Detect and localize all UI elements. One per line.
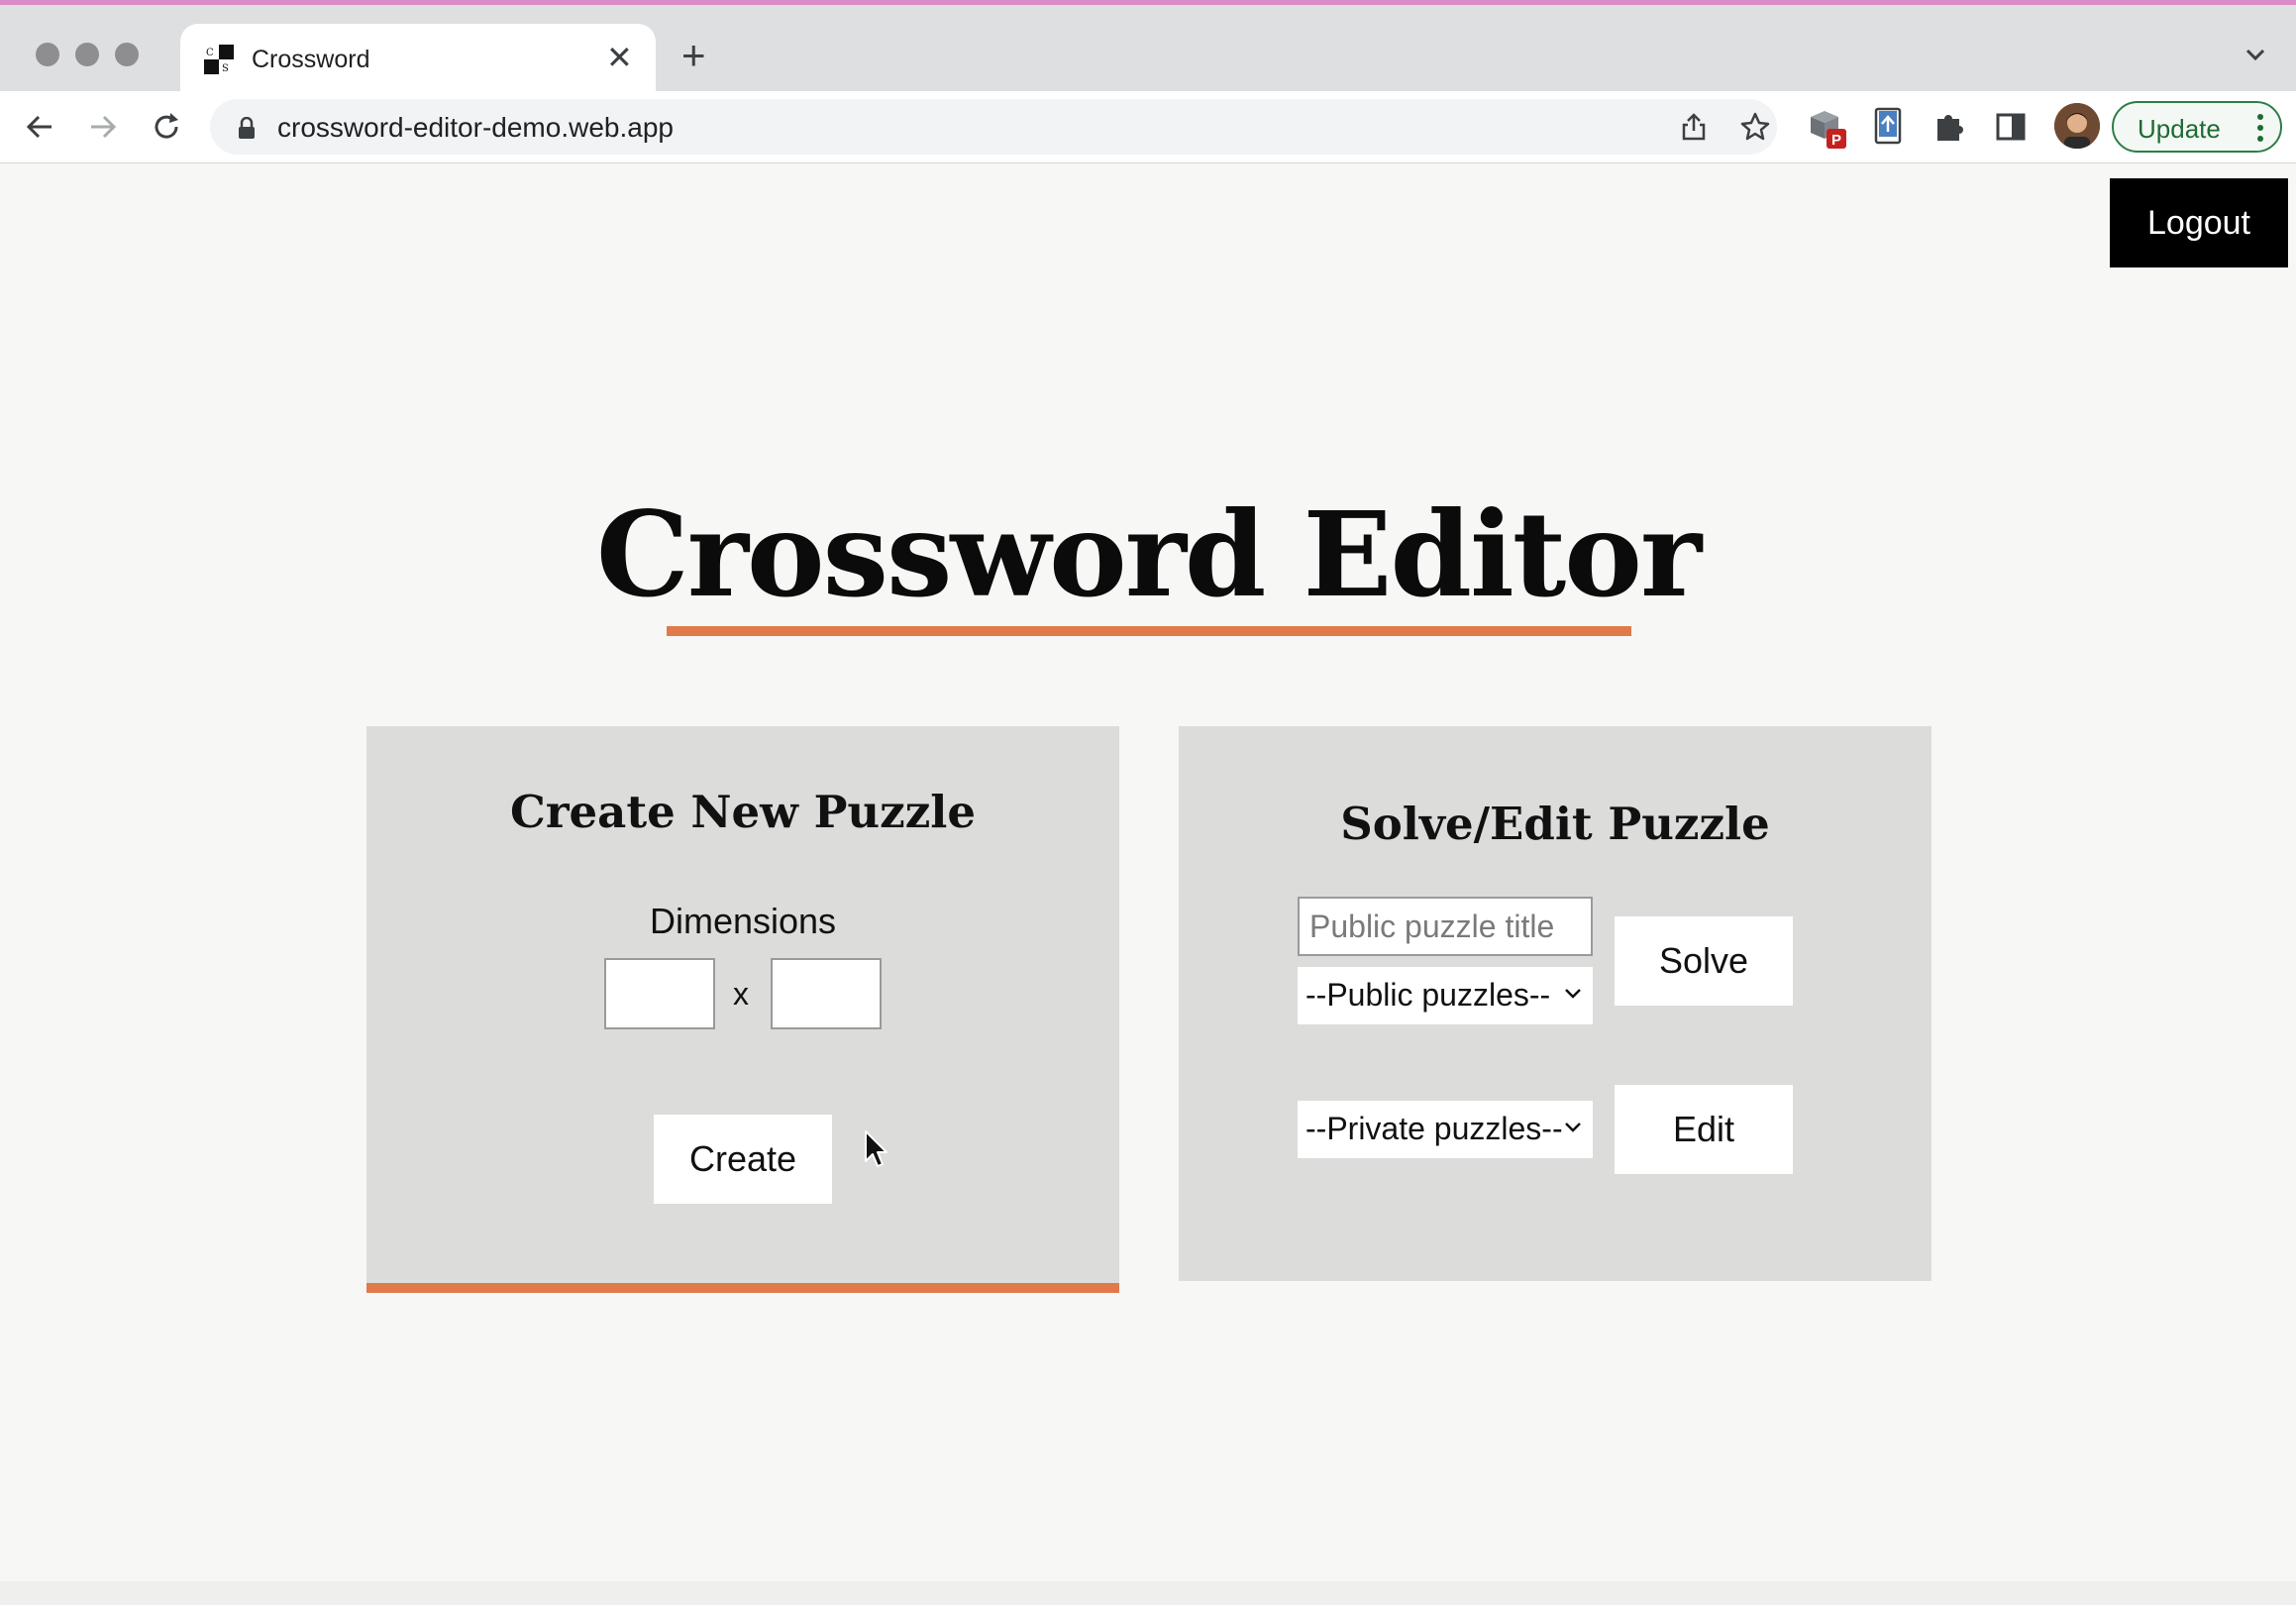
url-text[interactable]: crossword-editor-demo.web.app bbox=[277, 112, 674, 144]
reload-icon[interactable] bbox=[147, 107, 186, 147]
update-button[interactable]: Update bbox=[2112, 101, 2282, 153]
private-puzzles-select[interactable]: --Private puzzles-- bbox=[1298, 1101, 1593, 1158]
favicon-letter-s: S bbox=[222, 63, 229, 74]
extensions-puzzle-icon[interactable] bbox=[1928, 105, 1971, 149]
title-underline bbox=[667, 626, 1631, 636]
extension-package-icon[interactable]: P bbox=[1805, 105, 1848, 149]
tab-close-icon[interactable]: ✕ bbox=[606, 42, 633, 73]
window-close-control[interactable] bbox=[36, 43, 59, 66]
width-input[interactable] bbox=[604, 958, 715, 1029]
private-puzzles-select-value: --Private puzzles-- bbox=[1305, 1111, 1563, 1146]
profile-photo-icon bbox=[2054, 103, 2100, 149]
crossword-favicon-icon: C S bbox=[204, 45, 234, 74]
tab-strip: C S Crossword ✕ + bbox=[0, 5, 2296, 96]
chevron-down-icon bbox=[1565, 989, 1581, 999]
profile-avatar[interactable] bbox=[2054, 103, 2100, 149]
height-input[interactable] bbox=[771, 958, 882, 1029]
public-puzzles-select-value: --Public puzzles-- bbox=[1305, 977, 1551, 1013]
share-icon[interactable] bbox=[1678, 111, 1710, 143]
logout-button[interactable]: Logout bbox=[2110, 178, 2288, 268]
side-panel-icon[interactable] bbox=[1989, 105, 2033, 149]
public-puzzles-select[interactable]: --Public puzzles-- bbox=[1298, 967, 1593, 1024]
lock-icon[interactable] bbox=[238, 117, 256, 139]
extension-badge-letter: P bbox=[1831, 132, 1841, 149]
page-bottom-edge bbox=[0, 1581, 2296, 1605]
back-arrow-icon[interactable] bbox=[20, 107, 59, 147]
browser-toolbar: crossword-editor-demo.web.app P Update bbox=[0, 91, 2296, 163]
solve-button[interactable]: Solve bbox=[1615, 916, 1793, 1006]
dimensions-label: Dimensions bbox=[649, 901, 837, 941]
public-puzzle-title-input[interactable] bbox=[1298, 897, 1593, 956]
page-title: Crossword Editor bbox=[595, 485, 1702, 623]
tab-title: Crossword bbox=[252, 46, 370, 73]
create-puzzle-card: Create New Puzzle Dimensions x Create bbox=[366, 726, 1119, 1293]
browser-menu-icon[interactable] bbox=[2256, 113, 2264, 143]
dimensions-separator: x bbox=[733, 976, 749, 1012]
chevron-down-icon bbox=[1565, 1123, 1581, 1132]
edit-button[interactable]: Edit bbox=[1615, 1085, 1793, 1174]
mouse-pointer-icon bbox=[865, 1130, 887, 1167]
window-zoom-control[interactable] bbox=[115, 43, 139, 66]
bookmark-star-icon[interactable] bbox=[1739, 111, 1771, 143]
create-button[interactable]: Create bbox=[654, 1115, 832, 1204]
window-minimize-control[interactable] bbox=[75, 43, 99, 66]
solve-edit-heading: Solve/Edit Puzzle bbox=[1340, 798, 1770, 850]
create-puzzle-heading: Create New Puzzle bbox=[510, 786, 976, 838]
favicon-letter-c: C bbox=[206, 48, 214, 58]
extension-upload-book-icon[interactable] bbox=[1866, 105, 1910, 149]
new-tab-icon[interactable]: + bbox=[681, 35, 706, 76]
solve-edit-card: Solve/Edit Puzzle --Public puzzles-- Sol… bbox=[1179, 726, 1931, 1281]
forward-arrow-icon[interactable] bbox=[83, 107, 123, 147]
browser-tab[interactable]: C S Crossword ✕ bbox=[180, 24, 656, 96]
tab-search-chevron-icon[interactable] bbox=[2241, 40, 2270, 69]
update-label: Update bbox=[2138, 114, 2221, 144]
address-bar[interactable]: crossword-editor-demo.web.app bbox=[210, 99, 1777, 155]
